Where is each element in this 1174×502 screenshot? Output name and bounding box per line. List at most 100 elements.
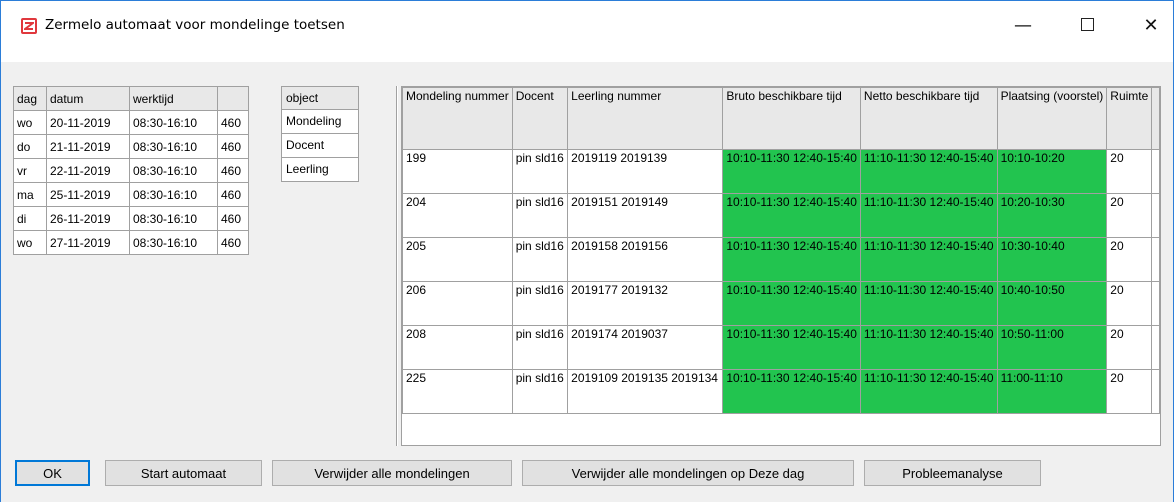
- day-row[interactable]: do 21-11-2019 08:30-16:10 460: [13, 134, 249, 159]
- exam-row[interactable]: 206 pin sld16 2019177 2019132 10:10-11:3…: [402, 281, 1160, 326]
- ok-button[interactable]: OK: [15, 460, 90, 486]
- student-cell[interactable]: 2019158 2019156: [567, 237, 724, 282]
- close-button[interactable]: ✕: [1128, 1, 1174, 63]
- date-cell[interactable]: 20-11-2019: [46, 110, 130, 135]
- gross-time-cell[interactable]: 10:10-11:30 12:40-15:40: [722, 237, 861, 282]
- extra-cell[interactable]: [1151, 369, 1160, 414]
- room-cell[interactable]: 20: [1106, 193, 1153, 238]
- exam-row[interactable]: 205 pin sld16 2019158 2019156 10:10-11:3…: [402, 237, 1160, 282]
- net-time-cell[interactable]: 11:10-11:30 12:40-15:40: [859, 193, 998, 238]
- object-item-docent[interactable]: Docent: [281, 134, 359, 158]
- extra-cell[interactable]: [1151, 193, 1160, 238]
- date-cell[interactable]: 27-11-2019: [46, 230, 130, 255]
- teacher-cell[interactable]: pin sld16: [511, 281, 569, 326]
- net-time-cell[interactable]: 11:10-11:30 12:40-15:40: [859, 325, 998, 370]
- day-cell[interactable]: wo: [13, 230, 47, 255]
- exam-number-cell[interactable]: 199: [402, 149, 513, 194]
- column-header-netto-tijd[interactable]: Netto beschikbare tijd: [859, 87, 998, 150]
- exam-row[interactable]: 199 pin sld16 2019119 2019139 10:10-11:3…: [402, 149, 1160, 194]
- remove-exams-on-day-button[interactable]: Verwijder alle mondelingen op Deze dag: [522, 460, 854, 486]
- column-header-plaatsing[interactable]: Plaatsing (voorstel): [996, 87, 1108, 150]
- minutes-cell[interactable]: 460: [217, 230, 249, 255]
- gross-time-cell[interactable]: 10:10-11:30 12:40-15:40: [722, 149, 861, 194]
- day-cell[interactable]: di: [13, 206, 47, 231]
- column-header-datum[interactable]: datum: [46, 86, 130, 111]
- column-header-ruimte[interactable]: Ruimte: [1106, 87, 1153, 150]
- extra-cell[interactable]: [1151, 237, 1160, 282]
- room-cell[interactable]: 20: [1106, 369, 1153, 414]
- object-item-mondeling[interactable]: Mondeling: [281, 110, 359, 134]
- day-cell[interactable]: do: [13, 134, 47, 159]
- worktime-cell[interactable]: 08:30-16:10: [129, 182, 218, 207]
- teacher-cell[interactable]: pin sld16: [511, 149, 569, 194]
- room-cell[interactable]: 20: [1106, 149, 1153, 194]
- minutes-cell[interactable]: 460: [217, 134, 249, 159]
- extra-cell[interactable]: [1151, 149, 1160, 194]
- minutes-cell[interactable]: 460: [217, 110, 249, 135]
- remove-all-exams-button[interactable]: Verwijder alle mondelingen: [272, 460, 512, 486]
- minutes-cell[interactable]: 460: [217, 158, 249, 183]
- net-time-cell[interactable]: 11:10-11:30 12:40-15:40: [859, 149, 998, 194]
- column-header-mondeling-nummer[interactable]: Mondeling nummer: [402, 87, 513, 150]
- student-cell[interactable]: 2019177 2019132: [567, 281, 724, 326]
- column-header-minutes[interactable]: [217, 86, 249, 111]
- room-cell[interactable]: 20: [1106, 325, 1153, 370]
- student-cell[interactable]: 2019109 2019135 2019134: [567, 369, 724, 414]
- placement-cell[interactable]: 10:20-10:30: [996, 193, 1108, 238]
- day-row[interactable]: wo 20-11-2019 08:30-16:10 460: [13, 110, 249, 135]
- exam-row[interactable]: 208 pin sld16 2019174 2019037 10:10-11:3…: [402, 325, 1160, 370]
- exam-number-cell[interactable]: 225: [402, 369, 513, 414]
- panel-splitter[interactable]: [396, 86, 398, 446]
- minimize-button[interactable]: —: [1000, 1, 1046, 63]
- gross-time-cell[interactable]: 10:10-11:30 12:40-15:40: [722, 325, 861, 370]
- extra-cell[interactable]: [1151, 281, 1160, 326]
- worktime-cell[interactable]: 08:30-16:10: [129, 230, 218, 255]
- date-cell[interactable]: 22-11-2019: [46, 158, 130, 183]
- room-cell[interactable]: 20: [1106, 281, 1153, 326]
- exam-row[interactable]: 204 pin sld16 2019151 2019149 10:10-11:3…: [402, 193, 1160, 238]
- object-list-header[interactable]: object: [281, 86, 359, 110]
- student-cell[interactable]: 2019174 2019037: [567, 325, 724, 370]
- column-header-extra[interactable]: [1151, 87, 1160, 150]
- column-header-leerling-nummer[interactable]: Leerling nummer: [567, 87, 724, 150]
- worktime-cell[interactable]: 08:30-16:10: [129, 158, 218, 183]
- exam-number-cell[interactable]: 208: [402, 325, 513, 370]
- teacher-cell[interactable]: pin sld16: [511, 369, 569, 414]
- student-cell[interactable]: 2019119 2019139: [567, 149, 724, 194]
- exam-number-cell[interactable]: 204: [402, 193, 513, 238]
- placement-cell[interactable]: 10:30-10:40: [996, 237, 1108, 282]
- exam-number-cell[interactable]: 205: [402, 237, 513, 282]
- student-cell[interactable]: 2019151 2019149: [567, 193, 724, 238]
- worktime-cell[interactable]: 08:30-16:10: [129, 134, 218, 159]
- placement-cell[interactable]: 10:50-11:00: [996, 325, 1108, 370]
- minutes-cell[interactable]: 460: [217, 182, 249, 207]
- exam-row[interactable]: 225 pin sld16 2019109 2019135 2019134 10…: [402, 369, 1160, 414]
- date-cell[interactable]: 26-11-2019: [46, 206, 130, 231]
- placement-cell[interactable]: 10:40-10:50: [996, 281, 1108, 326]
- worktime-cell[interactable]: 08:30-16:10: [129, 110, 218, 135]
- placement-cell[interactable]: 10:10-10:20: [996, 149, 1108, 194]
- worktime-cell[interactable]: 08:30-16:10: [129, 206, 218, 231]
- teacher-cell[interactable]: pin sld16: [511, 193, 569, 238]
- extra-cell[interactable]: [1151, 325, 1160, 370]
- teacher-cell[interactable]: pin sld16: [511, 237, 569, 282]
- net-time-cell[interactable]: 11:10-11:30 12:40-15:40: [859, 369, 998, 414]
- day-cell[interactable]: ma: [13, 182, 47, 207]
- exam-number-cell[interactable]: 206: [402, 281, 513, 326]
- day-row[interactable]: wo 27-11-2019 08:30-16:10 460: [13, 230, 249, 255]
- object-item-leerling[interactable]: Leerling: [281, 158, 359, 182]
- date-cell[interactable]: 25-11-2019: [46, 182, 130, 207]
- start-automaat-button[interactable]: Start automaat: [105, 460, 262, 486]
- column-header-docent[interactable]: Docent: [511, 87, 569, 150]
- day-row[interactable]: ma 25-11-2019 08:30-16:10 460: [13, 182, 249, 207]
- gross-time-cell[interactable]: 10:10-11:30 12:40-15:40: [722, 193, 861, 238]
- date-cell[interactable]: 21-11-2019: [46, 134, 130, 159]
- day-row[interactable]: vr 22-11-2019 08:30-16:10 460: [13, 158, 249, 183]
- day-row[interactable]: di 26-11-2019 08:30-16:10 460: [13, 206, 249, 231]
- net-time-cell[interactable]: 11:10-11:30 12:40-15:40: [859, 237, 998, 282]
- gross-time-cell[interactable]: 10:10-11:30 12:40-15:40: [722, 281, 861, 326]
- maximize-button[interactable]: [1064, 1, 1110, 63]
- minutes-cell[interactable]: 460: [217, 206, 249, 231]
- day-cell[interactable]: vr: [13, 158, 47, 183]
- day-cell[interactable]: wo: [13, 110, 47, 135]
